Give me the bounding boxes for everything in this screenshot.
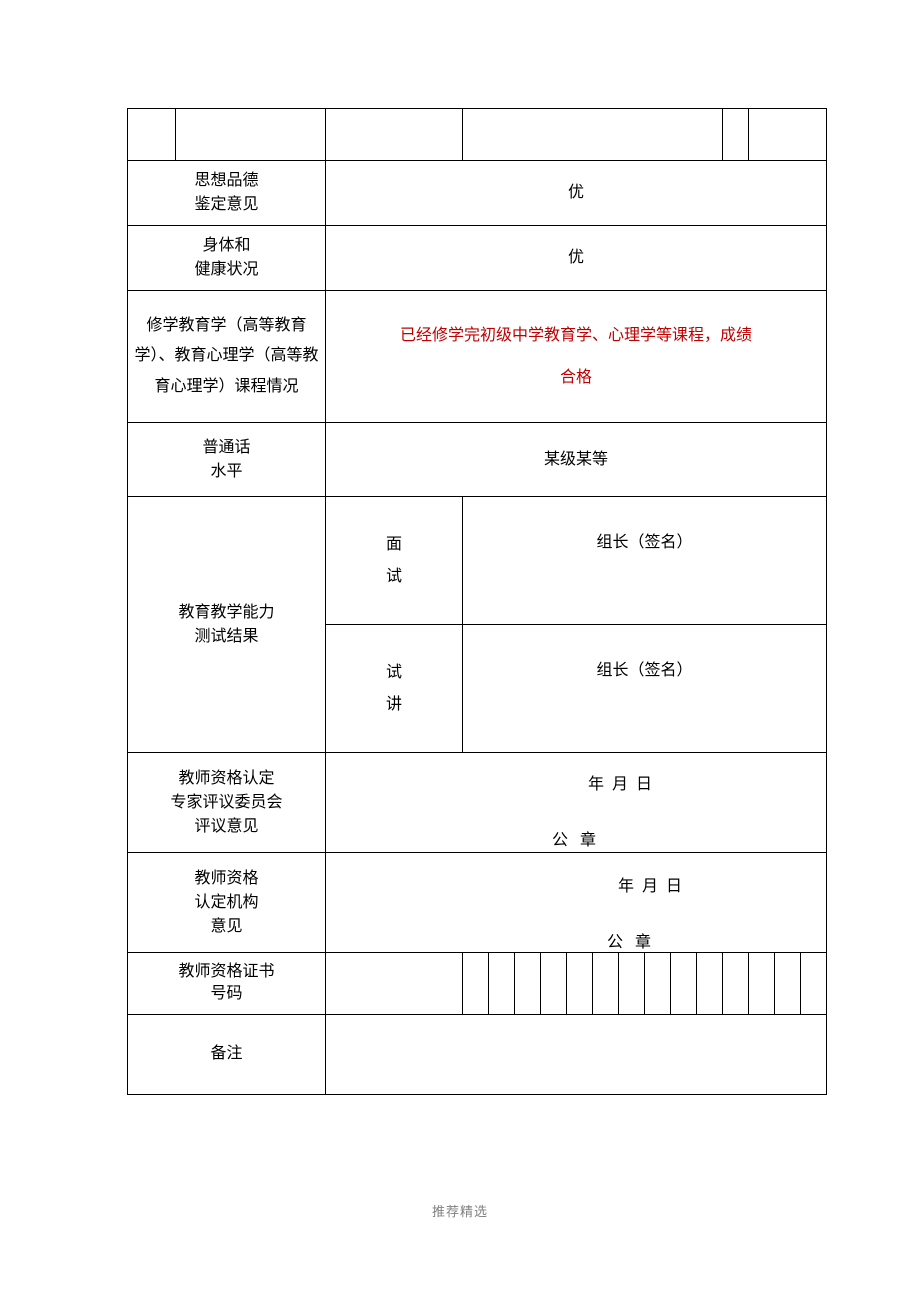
expert-date: 年 月 日 [326,773,826,797]
row-moral: 思想品德 鉴定意见 优 [128,161,827,226]
label-interview: 面 试 [326,497,463,625]
label-mandarin: 普通话 水平 [128,423,326,497]
row-remark: 备注 [128,1014,827,1094]
blank-cell [463,109,723,161]
value-health: 优 [326,226,827,291]
form-table: 思想品德 鉴定意见 优 身体和 健康状况 优 修学教育学（高等教育学）、教育心理… [127,108,827,1095]
certno-cell [463,953,489,1015]
value-interview: 组长（签名） [463,497,827,625]
blank-row [128,109,827,161]
label-remark: 备注 [128,1014,326,1094]
interview-signature: 组长（签名） [463,531,826,555]
page-footer: 推荐精选 [0,1201,920,1220]
value-courses: 已经修学完初级中学教育学、心理学等课程，成绩 合格 [326,291,827,423]
certno-cell [489,953,515,1015]
blank-cell [749,109,827,161]
blank-cell [326,109,463,161]
row-certno: 教师资格证书 号码 [128,953,827,1015]
certno-cell [775,953,801,1015]
label-org: 教师资格 认定机构 意见 [128,853,326,953]
label-test: 教育教学能力 测试结果 [128,497,326,753]
lecture-signature: 组长（签名） [463,659,826,683]
label-health: 身体和 健康状况 [128,226,326,291]
courses-line1: 已经修学完初级中学教育学、心理学等课程，成绩 [400,327,752,344]
row-courses: 修学教育学（高等教育学）、教育心理学（高等教育心理学）课程情况 已经修学完初级中… [128,291,827,423]
value-remark [326,1014,827,1094]
org-date: 年 月 日 [326,875,826,899]
row-test-interview: 教育教学能力 测试结果 面 试 组长（签名） [128,497,827,625]
expert-stamp: 公 章 [326,829,826,853]
certno-cell [593,953,619,1015]
certno-cell [723,953,749,1015]
blank-cell [128,109,176,161]
blank-cell [723,109,749,161]
blank-cell [176,109,326,161]
value-lecture: 组长（签名） [463,625,827,753]
certno-cell [697,953,723,1015]
certno-cell [645,953,671,1015]
certno-cell [671,953,697,1015]
certno-cell [567,953,593,1015]
label-certno: 教师资格证书 号码 [128,953,326,1015]
label-expert: 教师资格认定 专家评议委员会 评议意见 [128,753,326,853]
row-mandarin: 普通话 水平 某级某等 [128,423,827,497]
org-stamp: 公 章 [326,931,826,955]
row-org: 教师资格 认定机构 意见 公 章 年 月 日 [128,853,827,953]
value-moral: 优 [326,161,827,226]
label-courses: 修学教育学（高等教育学）、教育心理学（高等教育心理学）课程情况 [128,291,326,423]
certno-cell [515,953,541,1015]
document-page: 思想品德 鉴定意见 优 身体和 健康状况 优 修学教育学（高等教育学）、教育心理… [0,0,920,1302]
row-health: 身体和 健康状况 优 [128,226,827,291]
certno-cell [326,953,463,1015]
label-moral: 思想品德 鉴定意见 [128,161,326,226]
row-expert: 教师资格认定 专家评议委员会 评议意见 公 章 年 月 日 [128,753,827,853]
value-org: 公 章 年 月 日 [326,853,827,953]
value-mandarin: 某级某等 [326,423,827,497]
certno-cell [801,953,827,1015]
courses-line2: 合格 [560,369,592,386]
certno-cell [749,953,775,1015]
value-expert: 公 章 年 月 日 [326,753,827,853]
label-lecture: 试 讲 [326,625,463,753]
certno-cell [541,953,567,1015]
certno-cell [619,953,645,1015]
